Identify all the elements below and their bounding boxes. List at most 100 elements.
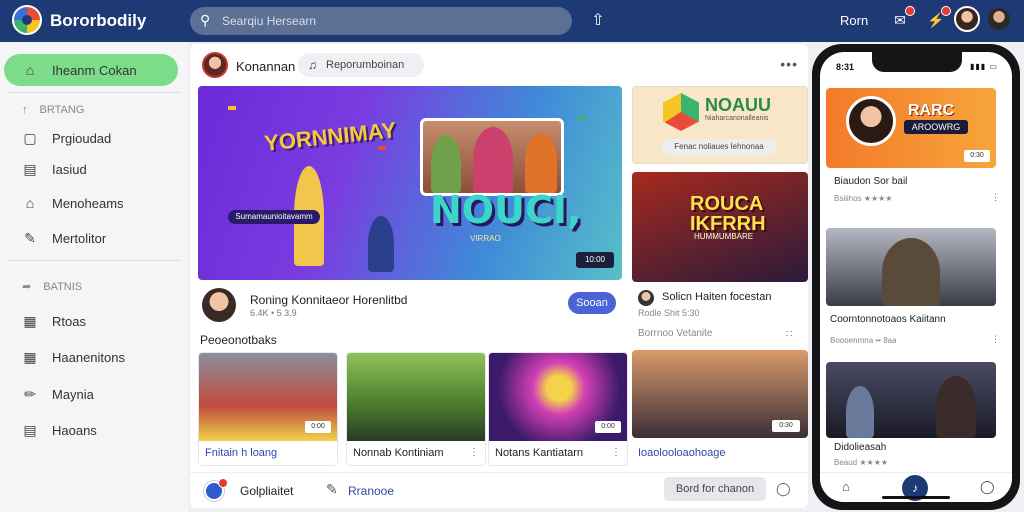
person-figure <box>936 376 976 438</box>
sidebar-item-3[interactable]: ⌂ Menoheams <box>22 193 124 213</box>
channel-name[interactable]: Konannan <box>236 59 295 74</box>
signal-battery-icon: ▮▮▮ ▭ <box>970 62 998 71</box>
video-card[interactable]: Nonnab Kontiniam ⋮ <box>346 352 486 466</box>
video-card[interactable]: 0:00 Notans Kantiatarn ⋮ <box>488 352 628 466</box>
sidebar-section-heading: ➦ BATNIS <box>22 280 82 294</box>
house-icon: ⌂ <box>25 195 35 211</box>
more-options-icon[interactable]: ⋮ <box>991 334 1000 345</box>
bottom-link[interactable]: Rranooe <box>348 484 394 498</box>
sidebar-item-2[interactable]: ▤ Iasiud <box>22 159 87 179</box>
video-title[interactable]: Biaudon Sor bail <box>834 176 907 187</box>
channel-avatar[interactable] <box>202 52 228 78</box>
hexagon-logo-icon <box>663 93 699 131</box>
video-title: Nonnab Kontiniam <box>353 447 444 459</box>
hero-sub-text: VIRRAO <box>470 234 501 243</box>
video-duration: 0:30 <box>772 420 800 432</box>
video-stats: Beaud ★★★★ <box>834 458 889 467</box>
channel-chip[interactable]: ♫ Reporumboinan <box>298 53 424 77</box>
video-title[interactable]: Solicn Haiten focestan <box>662 291 771 303</box>
person-figure <box>368 216 394 272</box>
sidebar-item-active[interactable]: ⌂ Iheanm Cokan <box>22 60 137 80</box>
sidebar-item-1[interactable]: ▢ Prgioudad <box>22 128 111 148</box>
document-icon: ▤ <box>23 421 37 438</box>
video-card[interactable]: 0:30 <box>632 350 808 438</box>
promo-pill: Fenac noliaues lehnonaa <box>661 139 777 155</box>
video-title-art: ROUCA IKFRRH <box>690 193 766 235</box>
grid-icon[interactable]: ∷ <box>786 329 792 340</box>
video-stats: 6.4K • 5 3.9 <box>250 308 297 318</box>
activity-icon[interactable]: ⚡ <box>926 6 951 30</box>
video-channel-avatar[interactable] <box>638 290 654 306</box>
video-card[interactable]: ROUCA IKFRRH HUMMUMBARE <box>632 172 808 282</box>
sidebar-item-label: Iheanm Cokan <box>52 62 137 78</box>
section-icon: ↑ <box>22 104 28 116</box>
sidebar-item-8[interactable]: ▤ Haoans <box>22 420 97 440</box>
pencil-icon: ✏ <box>24 385 36 402</box>
sidebar-item-4[interactable]: ✎ Mertolitor <box>22 228 106 248</box>
notifications-icon[interactable]: ✉ <box>890 6 915 30</box>
sidebar-item-label: Iasiud <box>52 161 87 177</box>
video-card[interactable] <box>826 362 996 438</box>
app-logo[interactable] <box>12 5 42 35</box>
video-badge: AROOWRG <box>904 120 968 134</box>
home-icon[interactable]: ⌂ <box>842 479 850 494</box>
video-card[interactable] <box>826 228 996 306</box>
sidebar-item-label: Rtoas <box>52 313 86 329</box>
sidebar-item-7[interactable]: ✏ Maynia <box>22 384 94 404</box>
video-title[interactable]: Roning Konnitaeor Horenlitbd <box>250 293 407 307</box>
more-options-icon[interactable]: ⋮ <box>991 192 1000 203</box>
video-duration: 10:00 <box>576 252 614 268</box>
video-channel-avatar[interactable] <box>202 288 236 322</box>
video-title[interactable]: Didolieasah <box>834 442 886 453</box>
sidebar-item-label: Maynia <box>52 386 94 402</box>
video-thumbnail <box>347 353 485 441</box>
profile-icon[interactable]: ◯ <box>980 479 995 495</box>
document-icon: ▤ <box>23 160 37 177</box>
sidebar-item-6[interactable]: ▦ Haanenitons <box>22 347 125 367</box>
section-title: BRTANG <box>39 104 85 116</box>
bell-icon: ♫ <box>308 58 317 72</box>
video-stats: Bsiiihos ★★★★ <box>834 194 893 203</box>
sidebar-item-label: Haoans <box>52 422 97 438</box>
phone-notch <box>872 52 962 72</box>
phone-screen: 8:31 ▮▮▮ ▭ RARC AROOWRG 0:30 Biaudon Sor… <box>820 52 1012 502</box>
search-icon: ⚲ <box>200 12 211 28</box>
more-options-icon[interactable]: ⋮ <box>469 447 479 458</box>
pencil-icon[interactable]: ✎ <box>326 481 338 498</box>
sidebar-section-heading: ↑ BRTANG <box>22 104 84 116</box>
avatar-secondary[interactable] <box>986 6 1012 32</box>
video-card[interactable]: 0:00 Fnitain h loang <box>198 352 338 466</box>
video-duration: 0:30 <box>964 150 990 162</box>
hero-video[interactable]: YORNNIMAY NOUCI, VIRRAO Sumamaunioitavam… <box>198 86 622 280</box>
main-content: Konannan ♫ Reporumboinan ••• YORNNIMAY N… <box>190 44 808 508</box>
video-title[interactable]: Coorntonnotoaos Kaiitann <box>830 314 946 325</box>
sidebar-item-label: Prgioudad <box>52 130 112 146</box>
avatar[interactable] <box>204 478 228 501</box>
sidebar-item-label: Mertolitor <box>52 230 107 246</box>
promo-title: NOAUU <box>705 95 771 115</box>
promo-card[interactable]: NOAUU Niaharcanonalleanis Fenac noliaues… <box>632 86 808 164</box>
home-indicator <box>882 496 950 499</box>
search-bar[interactable]: ⚲ Searqiu Hersearn <box>190 7 572 35</box>
notification-badge <box>905 6 915 16</box>
phone-mockup: 8:31 ▮▮▮ ▭ RARC AROOWRG 0:30 Biaudon Sor… <box>812 44 1020 510</box>
edit-box-icon: ✎ <box>24 229 36 246</box>
confetti <box>228 106 236 110</box>
more-options-icon[interactable]: ⋮ <box>611 447 621 458</box>
user-name[interactable]: Rorn <box>840 13 868 28</box>
divider <box>8 260 180 261</box>
person-figure <box>473 127 513 193</box>
microphone-icon[interactable]: ◯ <box>776 481 791 497</box>
sidebar-item-label: Menoheams <box>52 195 124 211</box>
more-options-icon[interactable]: ••• <box>780 56 798 72</box>
video-title[interactable]: Ioaolooloaohoage <box>638 447 725 459</box>
avatar[interactable] <box>954 6 980 32</box>
section-title: Peoeonotbaks <box>200 333 277 347</box>
subscribe-button[interactable]: Sooan <box>568 292 616 314</box>
search-placeholder: Searqiu Hersearn <box>222 14 317 28</box>
video-card[interactable]: RARC AROOWRG 0:30 <box>826 88 996 168</box>
sidebar-item-5[interactable]: ▦ Rtoas <box>22 311 86 331</box>
bottom-action-button[interactable]: Bord for chanon <box>664 477 766 501</box>
person-figure <box>846 386 874 438</box>
upload-icon[interactable]: ⇧ <box>590 10 606 29</box>
